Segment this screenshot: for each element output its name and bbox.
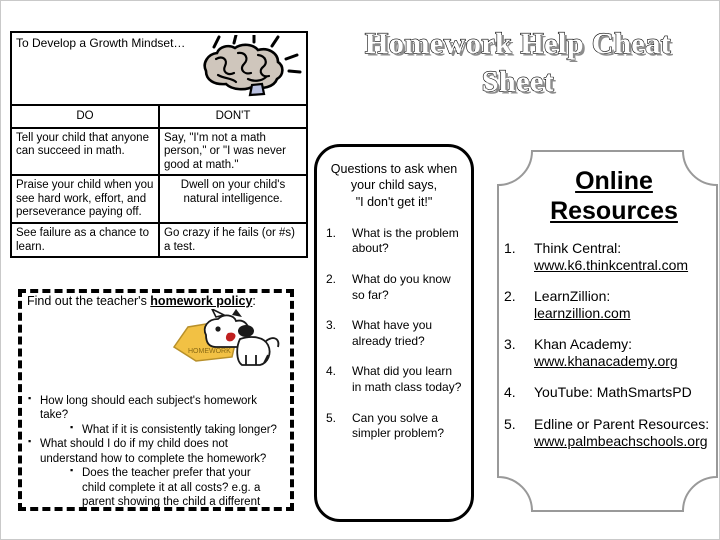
slide-canvas: To Develop a Growth Mindset… DO DON'T Te…: [0, 0, 720, 540]
resource-number: 1.: [504, 240, 516, 256]
question-text: What do you know so far?: [352, 271, 451, 302]
resource-text: Khan Academy: www.khanacademy.org: [534, 336, 719, 370]
cell-do-1: Tell your child that anyone can succeed …: [10, 126, 160, 177]
table-row: See failure as a chance to learn. Go cra…: [10, 221, 308, 259]
cell-dont-1: Say, "I'm not a math person," or "I was …: [158, 126, 308, 177]
resource-text: LearnZillion: learnzillion.com: [534, 288, 719, 322]
page-title-line-2: Sheet: [481, 65, 555, 99]
list-item: 2. What do you know so far?: [326, 272, 462, 303]
cell-do-3: See failure as a chance to learn.: [10, 221, 160, 259]
question-text: What have you already tried?: [352, 318, 433, 348]
question-number: 2.: [326, 271, 337, 286]
cell-do-2: Praise your child when you see hard work…: [10, 174, 160, 224]
questions-heading: Questions to ask when your child says, "…: [326, 161, 462, 210]
policy-title-suffix: :: [252, 294, 256, 308]
list-item: 1. What is the problem about?: [326, 226, 462, 257]
question-number: 5.: [326, 410, 337, 425]
growth-mindset-table: To Develop a Growth Mindset… DO DON'T Te…: [10, 31, 308, 259]
questions-to-ask-box: Questions to ask when your child says, "…: [314, 144, 474, 522]
list-item: 5. Can you solve a simpler problem?: [326, 411, 462, 442]
page-title-line-1: Homework Help Cheat: [364, 26, 672, 60]
list-item: 4. What did you learn in math class toda…: [326, 364, 462, 395]
resources-title-line-1: Online: [575, 167, 653, 195]
resource-label: Khan Academy:: [534, 336, 633, 353]
resource-label: Think Central:: [534, 240, 622, 256]
list-item: 5. Edline or Parent Resources: www.palmb…: [498, 415, 719, 450]
question-text: What did you learn in math class today?: [352, 364, 462, 394]
online-resources-title: Online Resources: [498, 167, 719, 226]
resource-label: YouTube: MathSmartsPD: [534, 384, 692, 401]
resource-number: 3.: [504, 336, 516, 353]
online-resources-content: Online Resources 1. Think Central: www.k…: [498, 151, 719, 531]
online-resources-panel: Online Resources 1. Think Central: www.k…: [497, 150, 718, 512]
list-item: 2. LearnZillion: learnzillion.com: [498, 288, 719, 322]
questions-list: 1. What is the problem about? 2. What do…: [326, 226, 462, 442]
list-item: What if it is consistently taking longer…: [69, 422, 287, 437]
resource-number: 2.: [504, 288, 516, 305]
policy-title-bold: homework policy: [150, 294, 253, 308]
list-item: 3. What have you already tried?: [326, 318, 462, 349]
resource-url[interactable]: www.khanacademy.org: [534, 353, 678, 369]
table-row: Praise your child when you see hard work…: [10, 174, 308, 224]
brain-icon: [192, 35, 304, 97]
cell-dont-2: Dwell on your child's natural intelligen…: [158, 174, 308, 224]
resource-url[interactable]: www.palmbeachschools.org: [534, 433, 708, 449]
resources-title-line-2: Resources: [550, 196, 678, 225]
homework-policy-title: Find out the teacher's homework policy:: [27, 294, 285, 309]
resource-text: YouTube: MathSmartsPD: [534, 384, 719, 401]
resource-url[interactable]: www.k6.thinkcentral.com: [534, 257, 688, 273]
resource-label: LearnZillion:: [534, 288, 611, 305]
list-item: 4. YouTube: MathSmartsPD: [498, 384, 719, 401]
resource-text: Think Central: www.k6.thinkcentral.com: [534, 240, 719, 274]
question-number: 4.: [326, 364, 337, 379]
dog-eating-homework-icon: HOMEWORK: [166, 307, 284, 371]
policy-question-list: How long should each subject's homework …: [27, 393, 287, 481]
homework-policy-questions: How long should each subject's homework …: [27, 393, 287, 510]
column-header-dont: DON'T: [158, 104, 308, 129]
table-row-heading: To Develop a Growth Mindset…: [10, 31, 308, 106]
questions-heading-line-3: "I don't get it!": [355, 194, 433, 209]
cell-dont-3: Go crazy if he fails (or #s) a test.: [158, 221, 308, 259]
resource-label: Edline or Parent Resources:: [534, 415, 710, 432]
homework-policy-content: Find out the teacher's homework policy: …: [18, 289, 294, 539]
policy-overflow-line-2: parent showing the child a different: [82, 496, 261, 509]
list-item: Does the teacher prefer that your: [69, 465, 287, 480]
list-item: What should I do if my child does not un…: [27, 436, 287, 466]
column-header-do: DO: [10, 104, 160, 129]
question-text: What is the problem about?: [352, 225, 459, 256]
policy-overflow-line-1: child complete it at all costs? e.g. a: [82, 481, 261, 494]
list-item: 3. Khan Academy: www.khanacademy.org: [498, 336, 719, 370]
resource-text: Edline or Parent Resources: www.palmbeac…: [534, 415, 719, 450]
page-title: Homework Help Cheat Sheet: [323, 25, 713, 102]
table-row: Tell your child that anyone can succeed …: [10, 126, 308, 177]
list-item: 1. Think Central: www.k6.thinkcentral.co…: [498, 240, 719, 274]
online-resources-list: 1. Think Central: www.k6.thinkcentral.co…: [498, 240, 719, 450]
resource-url[interactable]: learnzillion.com: [534, 305, 630, 321]
growth-table-heading-cell: To Develop a Growth Mindset…: [10, 31, 308, 106]
resource-number: 4.: [504, 384, 516, 401]
table-row-columns: DO DON'T: [10, 104, 308, 129]
policy-title-prefix: Find out the teacher's: [27, 294, 151, 308]
questions-heading-line-1: Questions to ask when: [330, 162, 458, 176]
resource-number: 5.: [504, 415, 516, 432]
question-number: 3.: [326, 318, 337, 333]
list-item: How long should each subject's homework …: [27, 393, 287, 423]
growth-table-heading: To Develop a Growth Mindset…: [16, 36, 186, 50]
svg-text:HOMEWORK: HOMEWORK: [188, 348, 231, 355]
questions-heading-line-2: your child says,: [350, 178, 438, 193]
question-number: 1.: [326, 225, 337, 240]
question-text: Can you solve a simpler problem?: [352, 410, 445, 441]
